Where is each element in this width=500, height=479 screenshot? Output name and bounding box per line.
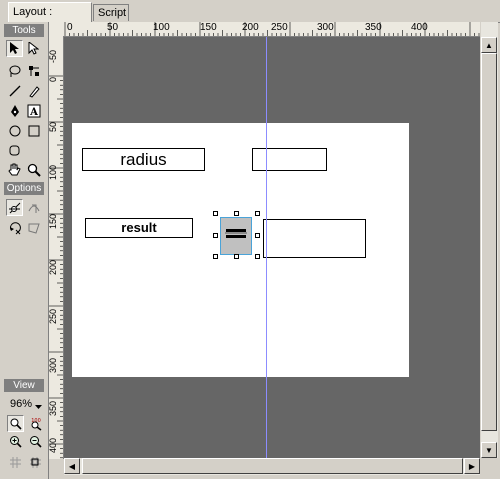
radius-input-field[interactable] [252, 148, 327, 171]
zoom-out-icon[interactable] [27, 433, 44, 450]
vertical-scroll-thumb[interactable] [481, 53, 497, 431]
smooth-icon[interactable] [25, 199, 42, 216]
scroll-up-button[interactable]: ▲ [481, 37, 497, 53]
grid-icon[interactable] [7, 454, 24, 471]
stage[interactable]: radius result [72, 123, 409, 377]
subselect-icon[interactable] [25, 40, 42, 57]
tools-header: Tools [4, 24, 44, 37]
selection-handle[interactable] [234, 254, 239, 259]
vertical-scrollbar[interactable]: ▲ ▼ [480, 22, 498, 458]
tab-script[interactable]: Script [93, 4, 129, 21]
selection-handle[interactable] [213, 211, 218, 216]
selection-handle[interactable] [213, 233, 218, 238]
ruler-v-label: 150 [49, 214, 58, 230]
text-icon[interactable]: A [25, 102, 42, 119]
rounded-rect-icon[interactable] [6, 142, 23, 159]
equals-button[interactable] [220, 217, 252, 255]
pasteboard[interactable]: radius result [64, 37, 480, 458]
selection-handle[interactable] [234, 211, 239, 216]
ruler-h-label: 100 [153, 22, 170, 33]
zoom-100-icon[interactable]: 100 [27, 415, 44, 432]
zoom-in-icon[interactable] [7, 433, 24, 450]
ruler-h-label: 400 [411, 22, 428, 33]
lasso-icon[interactable] [6, 62, 23, 79]
line-icon[interactable] [6, 82, 23, 99]
ruler-v-label: 100 [49, 165, 58, 181]
ruler-h-label: 150 [200, 22, 217, 33]
tab-bar: Layout : Scene_1 Script [0, 0, 500, 37]
result-label-box[interactable]: result [85, 218, 193, 238]
zoom-value[interactable]: 96% [10, 398, 32, 410]
scroll-right-button[interactable]: ▶ [464, 458, 480, 474]
selection-handle[interactable] [255, 211, 260, 216]
tab-layout[interactable]: Layout : Scene_1 [8, 2, 92, 37]
radius-label-box[interactable]: radius [82, 148, 205, 171]
scroll-left-button[interactable]: ◀ [64, 458, 80, 474]
equals-button-icon [225, 229, 247, 238]
ruler-h-label: 50 [107, 22, 119, 33]
zoom-icon[interactable] [25, 161, 42, 178]
options-header: Options [4, 182, 44, 195]
transform-icon[interactable] [25, 62, 42, 79]
horizontal-ruler: 0 50 100 150 200 250 300 350 400 [49, 22, 495, 37]
ruler-h-label: 350 [365, 22, 382, 33]
snap-grid-icon[interactable] [27, 454, 44, 471]
rectangle-icon[interactable] [25, 122, 42, 139]
ruler-v-label: 0 [49, 77, 58, 83]
ruler-v-label: 300 [49, 358, 58, 374]
ruler-v-label: -50 [49, 50, 58, 64]
ruler-v-label: 400 [49, 438, 58, 454]
arrow-icon[interactable] [6, 40, 23, 57]
fit-in-window-icon[interactable] [7, 415, 24, 432]
selection-handle[interactable] [213, 254, 218, 259]
pencil-icon[interactable] [25, 82, 42, 99]
zoom-dropdown-icon[interactable] [35, 401, 42, 413]
ruler-v-label: 200 [49, 260, 58, 276]
ruler-h-label: 200 [242, 22, 259, 33]
pen-icon[interactable] [6, 102, 23, 119]
selection-handle[interactable] [255, 254, 260, 259]
vertical-guide-line[interactable] [266, 37, 267, 458]
horizontal-scroll-thumb[interactable] [82, 458, 463, 474]
toolbox: Tools A Options View 96% 100 [0, 22, 49, 479]
selection-handle[interactable] [255, 233, 260, 238]
ruler-h-label: 0 [67, 22, 73, 33]
ruler-v-label: 50 [49, 122, 58, 133]
scale-icon[interactable] [25, 219, 42, 236]
horizontal-scrollbar[interactable]: ◀ ▶ [64, 458, 480, 475]
snap-to-objects-icon[interactable] [6, 199, 23, 216]
oval-icon[interactable] [6, 122, 23, 139]
hand-icon[interactable] [6, 161, 23, 178]
view-header: View [4, 379, 44, 392]
vertical-ruler: -50 0 50 100 150 200 250 300 350 400 [49, 36, 64, 459]
svg-text:A: A [29, 107, 38, 118]
scroll-down-button[interactable]: ▼ [481, 442, 497, 458]
ruler-h-label: 300 [317, 22, 334, 33]
rotate-icon[interactable] [6, 219, 23, 236]
scroll-corner [480, 458, 497, 475]
ruler-v-label: 350 [49, 401, 58, 417]
result-output-field[interactable] [263, 219, 366, 258]
ruler-v-label: 250 [49, 309, 58, 325]
ruler-h-label: 250 [271, 22, 288, 33]
